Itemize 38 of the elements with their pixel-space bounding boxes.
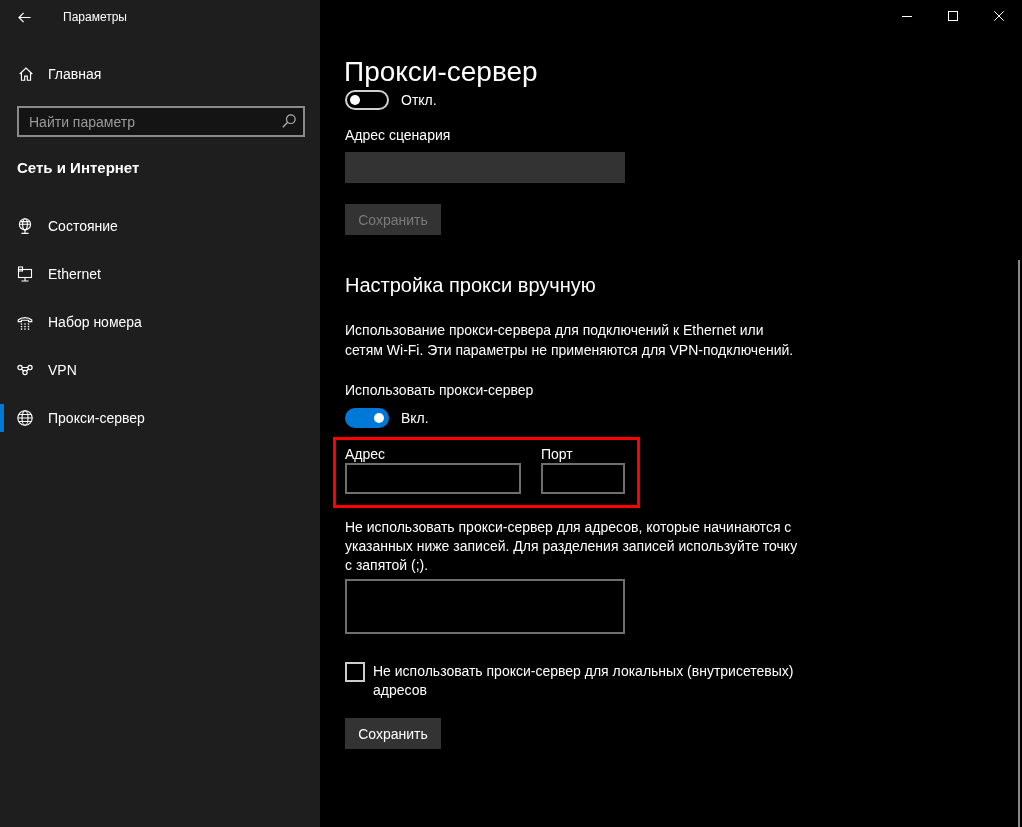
- section-heading: Настройка прокси вручную: [345, 273, 596, 298]
- globe-monitor-icon: [17, 218, 33, 234]
- home-link[interactable]: Главная: [0, 54, 320, 94]
- home-icon: [19, 67, 33, 81]
- save-button[interactable]: Сохранить: [345, 718, 441, 749]
- sidebar-item[interactable]: Ethernet: [0, 260, 320, 288]
- description-text: Не использовать прокси-сервер для адресов, которые начинаются с указанных ниже записей. Для разделения записей используйте точку с запятой (;).: [345, 518, 799, 575]
- sidebar-item[interactable]: Набор номера: [0, 308, 320, 336]
- network-nodes-icon: [17, 362, 33, 378]
- search-field[interactable]: Найти параметр: [17, 106, 305, 137]
- maximize-icon: [948, 11, 958, 21]
- text-area-field[interactable]: [345, 579, 625, 634]
- field-label: Порт: [541, 446, 573, 463]
- minimize-icon: [902, 15, 912, 17]
- description-text: Использование прокси-сервера для подключений к Ethernet или сетям Wi-Fi. Эти параметры не применяются для VPN-подключений.: [345, 321, 795, 360]
- phone-icon: [17, 314, 33, 330]
- input-field[interactable]: [541, 463, 625, 494]
- monitor-icon: [17, 266, 33, 282]
- toggle-state-label: Откл.: [401, 91, 437, 110]
- scrollbar-thumb[interactable]: [1018, 260, 1020, 827]
- sidebar-item[interactable]: VPN: [0, 356, 320, 384]
- sidebar-item[interactable]: Прокси-сервер: [0, 404, 320, 432]
- back-arrow-icon: [17, 11, 31, 23]
- checkbox-label: Не использовать прокси-сервер для локальных (внутрисетевых) адресов: [373, 662, 795, 700]
- window-title: Параметры: [63, 9, 127, 25]
- toggle-switch[interactable]: [345, 408, 389, 428]
- section-title: Сеть и Интернет: [17, 158, 141, 178]
- search-icon[interactable]: [282, 114, 296, 128]
- page-title: Прокси-сервер: [344, 55, 538, 89]
- input-field[interactable]: [345, 463, 521, 494]
- toggle-state-label: Вкл.: [401, 409, 429, 428]
- checkbox[interactable]: [345, 662, 365, 682]
- globe-icon: [17, 410, 33, 426]
- close-icon: [994, 11, 1004, 21]
- field-label: Адрес: [345, 446, 386, 463]
- field-label: Адрес сценария: [345, 126, 451, 145]
- sidebar-item[interactable]: Состояние: [0, 212, 320, 240]
- setting-label: Использовать прокси-сервер: [345, 381, 534, 400]
